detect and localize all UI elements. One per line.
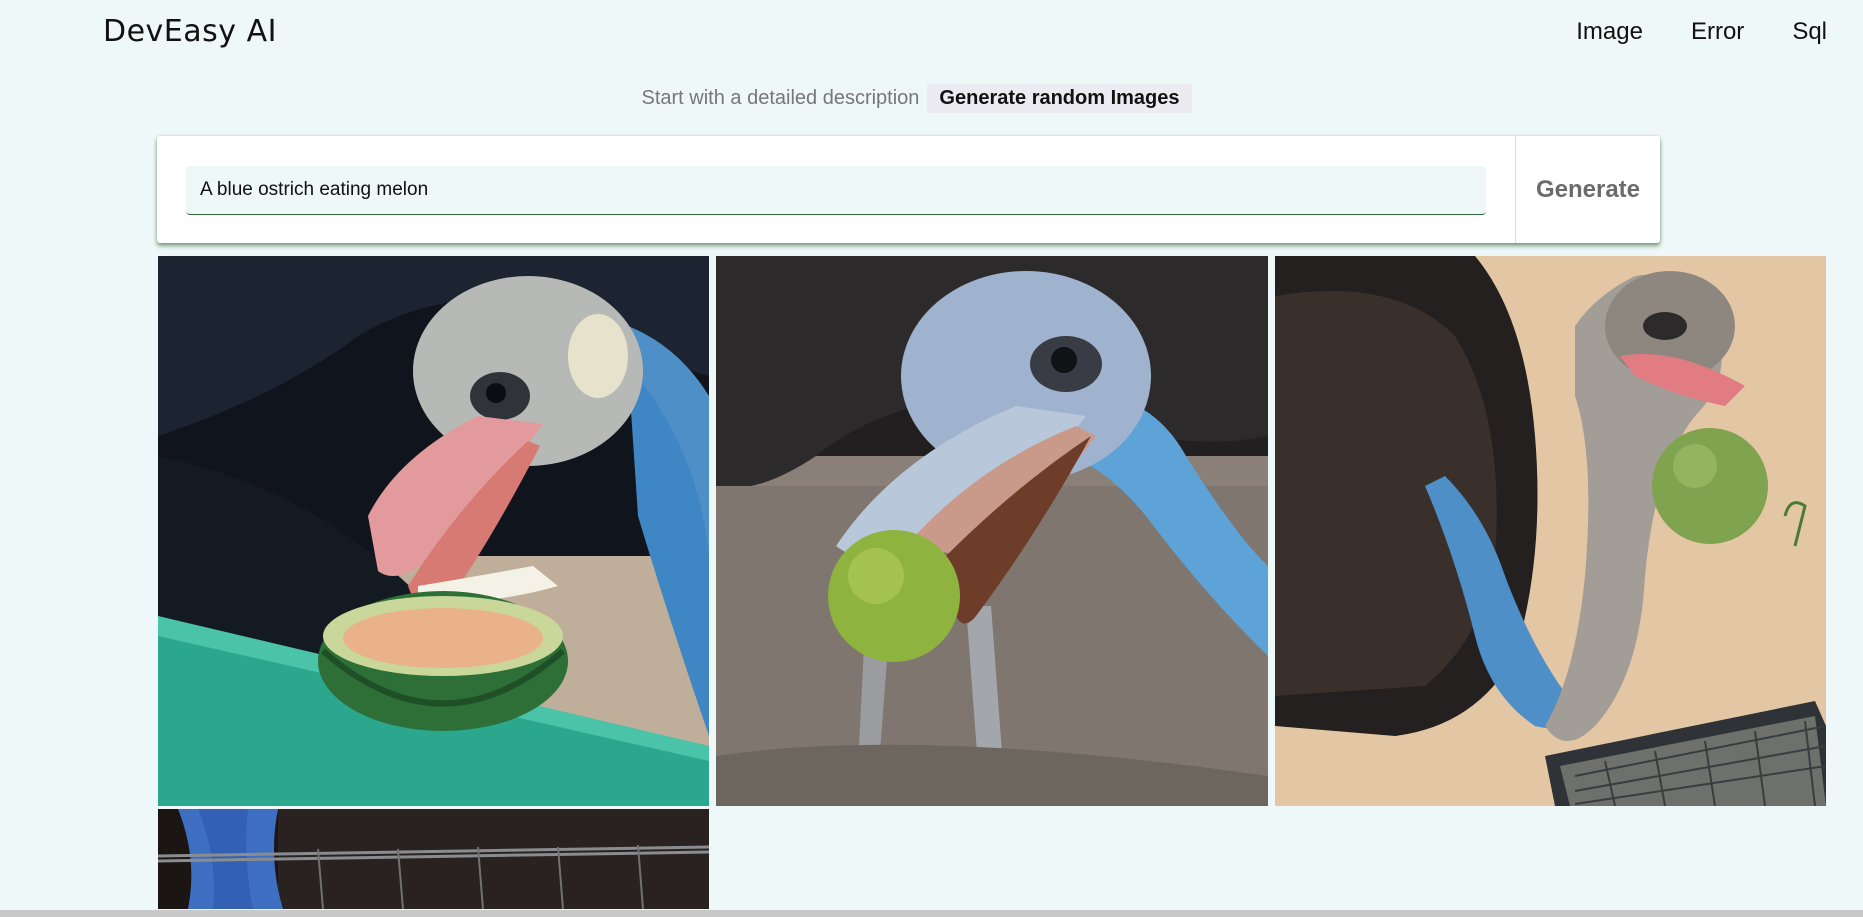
ostrich-melon-image	[158, 256, 709, 806]
gallery-image-3[interactable]	[1275, 256, 1826, 806]
prompt-input[interactable]	[186, 166, 1486, 215]
ostrich-fence-image	[158, 809, 709, 909]
gallery-image-1[interactable]	[158, 256, 709, 806]
generate-button[interactable]: Generate	[1516, 136, 1660, 243]
nav-sql[interactable]: Sql	[1792, 18, 1827, 46]
ostrich-tray-image	[1275, 256, 1826, 806]
generate-random-button[interactable]: Generate random Images	[927, 84, 1192, 113]
horizontal-scrollbar[interactable]	[0, 910, 1863, 917]
page: DevEasy AI Image Error Sql Start with a …	[0, 0, 1863, 917]
prompt-card: Generate	[157, 136, 1660, 243]
header: DevEasy AI Image Error Sql	[0, 0, 1863, 66]
nav-image[interactable]: Image	[1576, 18, 1643, 46]
ostrich-fruit-image	[716, 256, 1268, 806]
logo[interactable]: DevEasy AI	[103, 14, 277, 49]
nav-error[interactable]: Error	[1691, 18, 1744, 46]
main-nav: Image Error Sql	[1576, 18, 1827, 46]
description-hint: Start with a detailed description	[641, 87, 920, 109]
gallery-image-2[interactable]	[716, 256, 1268, 806]
subline: Start with a detailed description Genera…	[0, 84, 1863, 113]
gallery-image-4[interactable]	[158, 809, 709, 909]
